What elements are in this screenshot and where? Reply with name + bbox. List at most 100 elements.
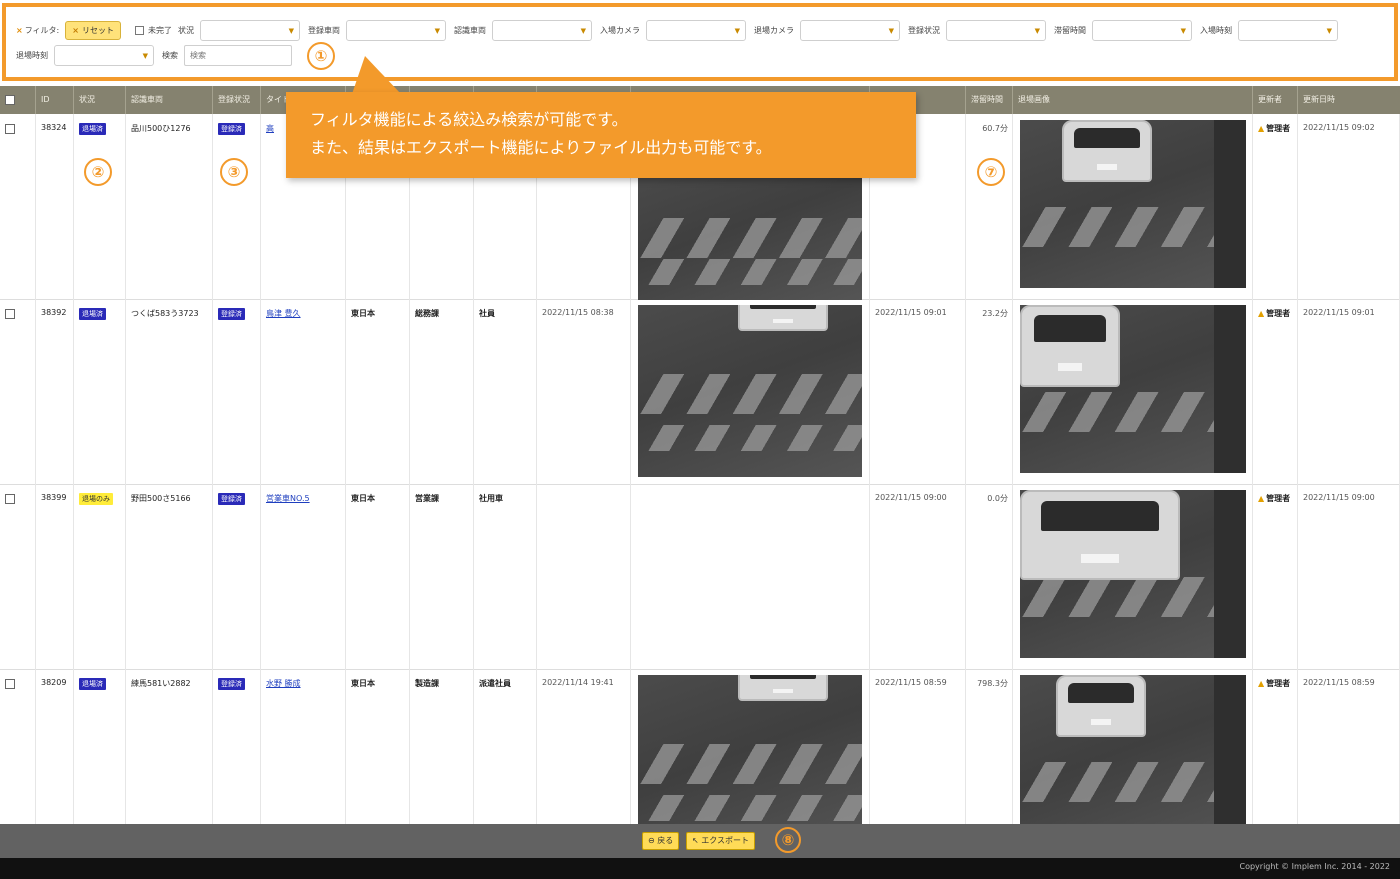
filter-row-2: 退場時刻 ▼ 検索: [16, 44, 1384, 66]
updater-cell: ▲ 管理者: [1253, 114, 1298, 300]
exit-time-cell: 2022/11/15 09:00: [870, 484, 966, 670]
chevron-down-icon: ▼: [1180, 26, 1186, 35]
registration-badge: 登録済: [218, 123, 245, 135]
select-all-checkbox[interactable]: [5, 95, 15, 105]
badge-3: ③: [220, 158, 248, 186]
id-cell: 38324: [36, 114, 74, 300]
table-row[interactable]: 38209 退場済 練馬581い2882 登録済 水野 勝成 東日本 製造課 派遣社員 2022…: [0, 669, 1400, 824]
status-select[interactable]: ▼: [199, 19, 300, 41]
header-updater[interactable]: 更新者: [1253, 86, 1298, 114]
exit-time-select[interactable]: ▼: [54, 44, 154, 66]
updater-cell: ▲ 管理者: [1253, 669, 1298, 824]
exit-camera-label: 退場カメラ: [753, 25, 794, 35]
stay-cell: 60.7分: [966, 114, 1013, 300]
header-stay-time[interactable]: 滞留時間: [966, 86, 1013, 114]
exit-time-cell: 2022/11/15 09:01: [870, 299, 966, 485]
entry-camera-image[interactable]: [638, 675, 862, 824]
title-cell: 営業車NO.5: [261, 484, 346, 670]
dept-cell: 総務課: [410, 299, 474, 485]
callout-line-1: フィルタ機能による絞込み検索が可能です。: [310, 110, 628, 129]
table-row[interactable]: 38392 退場済 つくば583う3723 登録済 鳥津 豊久 東日本 総務課 社員 2022/…: [0, 299, 1400, 485]
header-exit-image[interactable]: 退場画像: [1013, 86, 1253, 114]
header-updated-at[interactable]: 更新日時: [1298, 86, 1400, 114]
plate-cell: 品川500ひ1276: [126, 114, 213, 300]
plate-cell: 野田500さ5166: [126, 484, 213, 670]
row-checkbox[interactable]: [5, 124, 15, 134]
title-cell: 水野 勝成: [261, 669, 346, 824]
exit-camera-select[interactable]: ▼: [799, 19, 900, 41]
recognized-vehicle-select[interactable]: ▼: [491, 19, 592, 41]
status-filter-label: 状況: [177, 25, 194, 35]
exit-time-cell: 2022/11/15 08:59: [870, 669, 966, 824]
row-checkbox[interactable]: [5, 309, 15, 319]
entry-camera-image[interactable]: [638, 305, 862, 477]
header-registration-status[interactable]: 登録状況: [213, 86, 261, 114]
chevron-down-icon: ▼: [888, 26, 894, 35]
badge-8: ⑧: [775, 827, 801, 853]
updater-name: 管理者: [1266, 679, 1291, 688]
entry-camera-select[interactable]: ▼: [645, 19, 746, 41]
updater-cell: ▲ 管理者: [1253, 484, 1298, 670]
id-cell: 38209: [36, 669, 74, 824]
header-recognized-vehicle[interactable]: 認識車両: [126, 86, 213, 114]
updater-name: 管理者: [1266, 309, 1291, 318]
entry-time-cell: 2022/11/15 08:38: [537, 299, 631, 485]
search-label: 検索: [162, 50, 178, 60]
dept-cell: 営業課: [410, 484, 474, 670]
updated-at-cell: 2022/11/15 09:00: [1298, 484, 1400, 670]
chevron-down-icon: ▼: [288, 26, 294, 35]
chevron-down-icon: ▼: [734, 26, 740, 35]
registration-status-cell: 登録済: [213, 114, 261, 300]
status-cell: 退場のみ: [74, 484, 126, 670]
incomplete-checkbox[interactable]: [134, 25, 144, 35]
table-row[interactable]: 38399 退場のみ 野田500さ5166 登録済 営業車NO.5 東日本 営業課 社用車 20…: [0, 484, 1400, 670]
title-link[interactable]: 営業車NO.5: [266, 494, 310, 503]
export-button[interactable]: ↖ エクスポート: [686, 832, 756, 850]
entry-image-cell: [631, 484, 870, 670]
chevron-down-icon: ▼: [142, 51, 148, 60]
exit-camera-image[interactable]: [1020, 490, 1246, 658]
header-id[interactable]: ID: [36, 86, 74, 114]
title-cell: 鳥津 豊久: [261, 299, 346, 485]
chevron-down-icon: ▼: [1034, 26, 1040, 35]
reset-button[interactable]: × リセット: [65, 20, 121, 40]
exit-image-cell: [1013, 114, 1253, 300]
select-all-header[interactable]: [0, 86, 36, 114]
exit-camera-image[interactable]: [1020, 675, 1246, 824]
registration-status-select[interactable]: ▼: [945, 19, 1046, 41]
registration-badge: 登録済: [218, 678, 245, 690]
filter-bar: フィルタ: ×リセット 未完了 状況 ▼ 登録車両 ▼ 認識車両 ▼ 入場カメラ…: [2, 3, 1398, 81]
chevron-down-icon: ▼: [1326, 26, 1332, 35]
title-link[interactable]: 鳥津 豊久: [266, 309, 301, 318]
title-link[interactable]: 水野 勝成: [266, 679, 301, 688]
search-input[interactable]: [184, 44, 292, 66]
stay-cell: 0.0分: [966, 484, 1013, 670]
row-checkbox[interactable]: [5, 494, 15, 504]
updater-name: 管理者: [1266, 124, 1291, 133]
registered-vehicle-select[interactable]: ▼: [345, 19, 446, 41]
incomplete-label: 未完了: [147, 25, 172, 35]
back-button[interactable]: ⊖ 戻る: [642, 832, 680, 850]
filter-label: フィルタ:: [16, 25, 60, 36]
export-icon: ↖: [692, 836, 702, 845]
exit-camera-image[interactable]: [1020, 120, 1246, 288]
stay-time-select[interactable]: ▼: [1091, 19, 1192, 41]
entry-time-select[interactable]: ▼: [1237, 19, 1338, 41]
action-bar: ⊖ 戻る ↖ エクスポート ⑧: [0, 824, 1400, 858]
callout-pointer: [352, 56, 401, 94]
role-cell: 派遣社員: [474, 669, 537, 824]
header-status[interactable]: 状況: [74, 86, 126, 114]
status-cell: 退場済: [74, 299, 126, 485]
entry-camera-image[interactable]: [638, 164, 862, 300]
exit-time-label: 退場時刻: [16, 50, 48, 60]
row-checkbox[interactable]: [5, 679, 15, 689]
entry-camera-label: 入場カメラ: [599, 25, 640, 35]
copyright: Copyright © Implem Inc. 2014 - 2022: [1239, 862, 1391, 871]
badge-7: ⑦: [977, 158, 1005, 186]
registration-badge: 登録済: [218, 493, 245, 505]
title-link[interactable]: 高: [266, 124, 274, 133]
callout-line-2: また、結果はエクスポート機能によりファイル出力も可能です。: [310, 138, 772, 157]
footer: Copyright © Implem Inc. 2014 - 2022: [0, 858, 1400, 879]
exit-camera-image[interactable]: [1020, 305, 1246, 473]
stay-cell: 798.3分: [966, 669, 1013, 824]
